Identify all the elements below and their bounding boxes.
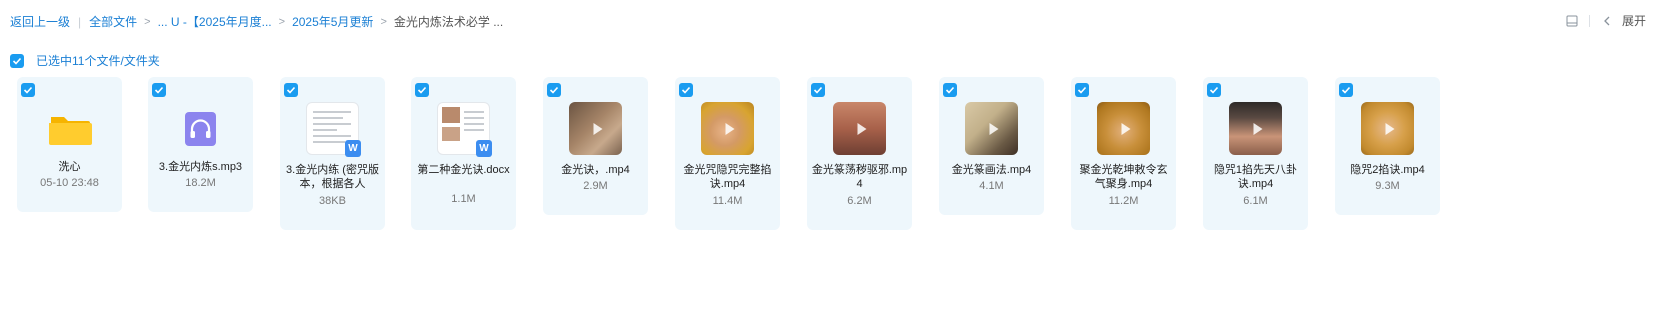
file-checkbox[interactable]: [284, 83, 298, 97]
file-meta: 11.4M: [712, 195, 743, 207]
play-icon: [857, 122, 866, 135]
file-card[interactable]: 聚金光乾坤敕令玄气聚身.mp4 11.2M: [1071, 77, 1176, 230]
play-icon: [989, 122, 998, 135]
file-card[interactable]: W 3.金光内练 (密咒版本，根据各人 38KB: [280, 77, 385, 230]
wps-doc-icon: W: [476, 140, 492, 157]
back-link[interactable]: 返回上一级: [10, 13, 70, 30]
check-icon: [12, 57, 22, 65]
video-thumbnail: [1097, 102, 1150, 155]
file-checkbox[interactable]: [1207, 83, 1221, 97]
file-card[interactable]: W 第二种金光诀.docx 1.1M: [411, 77, 516, 230]
video-thumbnail: [569, 102, 622, 155]
file-checkbox[interactable]: [811, 83, 825, 97]
file-name: 金光篆荡秽驱邪.mp4: [811, 164, 908, 190]
play-icon: [725, 122, 734, 135]
file-checkbox[interactable]: [679, 83, 693, 97]
file-name: 第二种金光诀.docx: [417, 164, 510, 176]
folder-icon: [43, 102, 96, 155]
check-icon: [23, 86, 33, 94]
file-name: 聚金光乾坤敕令玄气聚身.mp4: [1079, 164, 1168, 190]
chevron-left-icon: [1600, 14, 1614, 28]
select-all-checkbox[interactable]: [10, 53, 24, 68]
file-card[interactable]: 3.金光内炼s.mp3 18.2M: [148, 77, 253, 212]
file-card[interactable]: 金光篆荡秽驱邪.mp4 6.2M: [807, 77, 912, 230]
play-icon: [1253, 122, 1262, 135]
breadcrumb-all-files[interactable]: 全部文件: [89, 13, 137, 30]
expand-button[interactable]: 展开: [1600, 12, 1646, 29]
document-thumbnail: W: [306, 102, 361, 157]
expand-label: 展开: [1621, 14, 1646, 28]
breadcrumb-may-update[interactable]: 2025年5月更新: [292, 13, 373, 30]
video-thumbnail: [1229, 102, 1282, 155]
file-meta: 6.2M: [847, 195, 872, 207]
check-icon: [1209, 86, 1219, 94]
play-icon: [1385, 122, 1394, 135]
chevron-right-icon: >: [278, 15, 286, 28]
file-card[interactable]: 金光咒隐咒完整掐诀.mp4 11.4M: [675, 77, 780, 230]
file-name: 3.金光内练 (密咒版本，根据各人: [286, 164, 379, 190]
file-card[interactable]: 金光篆画法.mp4 4.1M: [939, 77, 1044, 215]
file-meta: 38KB: [319, 195, 346, 207]
file-checkbox[interactable]: [415, 83, 429, 97]
play-icon: [1121, 122, 1130, 135]
file-meta: 6.1M: [1243, 195, 1268, 207]
file-meta: 18.2M: [185, 177, 216, 189]
divider: [1588, 14, 1590, 27]
file-name: 隐咒1掐先天八卦诀.mp4: [1213, 164, 1298, 190]
file-card[interactable]: 金光诀，.mp4 2.9M: [543, 77, 648, 215]
divider: |: [78, 14, 82, 29]
chevron-right-icon: >: [380, 15, 387, 28]
file-checkbox[interactable]: [152, 83, 166, 97]
document-thumbnail: W: [437, 102, 492, 157]
play-icon: [593, 122, 602, 135]
file-meta: 1.1M: [451, 193, 476, 205]
view-tools: 展开: [1565, 12, 1646, 29]
check-icon: [681, 86, 691, 94]
check-icon: [945, 86, 955, 94]
file-name: 金光诀，.mp4: [561, 164, 630, 176]
check-icon: [1341, 86, 1351, 94]
check-icon: [417, 86, 427, 94]
file-meta: 05-10 23:48: [40, 177, 99, 189]
file-card[interactable]: 隐咒1掐先天八卦诀.mp4 6.1M: [1203, 77, 1308, 230]
check-icon: [286, 86, 296, 94]
file-name: 隐咒2掐诀.mp4: [1350, 164, 1425, 176]
file-checkbox[interactable]: [1075, 83, 1089, 97]
check-icon: [549, 86, 559, 94]
file-name: 洗心: [58, 161, 81, 173]
top-bar: 返回上一级 | 全部文件 > ... U -【2025年月度... > 2025…: [0, 0, 1664, 40]
file-meta: 2.9M: [583, 180, 608, 192]
headphones-icon: [174, 102, 227, 155]
breadcrumb: 返回上一级 | 全部文件 > ... U -【2025年月度... > 2025…: [10, 13, 503, 30]
file-name: 3.金光内炼s.mp3: [158, 161, 243, 173]
file-checkbox[interactable]: [547, 83, 561, 97]
file-card[interactable]: 洗心 05-10 23:48: [17, 77, 122, 212]
video-thumbnail: [833, 102, 886, 155]
breadcrumb-monthly[interactable]: ... U -【2025年月度...: [158, 13, 272, 30]
file-card[interactable]: 隐咒2掐诀.mp4 9.3M: [1335, 77, 1440, 215]
check-icon: [813, 86, 823, 94]
video-thumbnail: [1361, 102, 1414, 155]
breadcrumb-current: 金光内炼法术必学 ...: [393, 15, 504, 29]
video-thumbnail: [965, 102, 1018, 155]
wps-doc-icon: W: [345, 140, 361, 157]
selection-bar: 已选中11个文件/文件夹: [10, 52, 160, 69]
video-thumbnail: [701, 102, 754, 155]
file-name: 金光咒隐咒完整掐诀.mp4: [683, 164, 772, 190]
file-meta: 9.3M: [1375, 180, 1400, 192]
selection-count: 已选中11个文件/文件夹: [36, 54, 160, 68]
file-checkbox[interactable]: [943, 83, 957, 97]
file-checkbox[interactable]: [21, 83, 35, 97]
file-meta: 11.2M: [1108, 195, 1139, 207]
file-meta: 4.1M: [979, 180, 1004, 192]
file-name: 金光篆画法.mp4: [951, 164, 1032, 176]
file-checkbox[interactable]: [1339, 83, 1353, 97]
check-icon: [1077, 86, 1087, 94]
chevron-right-icon: >: [144, 15, 151, 28]
check-icon: [154, 86, 164, 94]
panel-icon[interactable]: [1565, 14, 1579, 28]
